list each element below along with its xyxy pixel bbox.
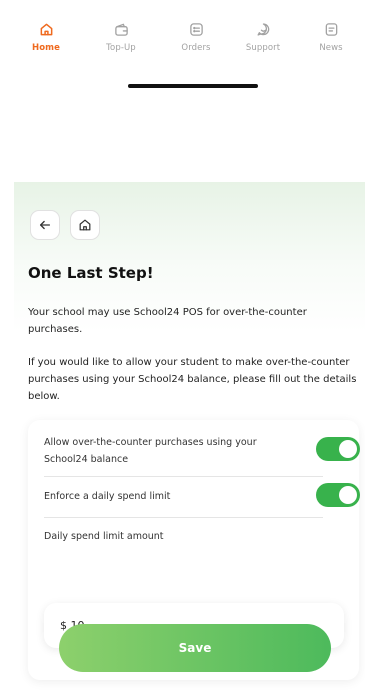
- intro-paragraph: Your school may use School24 POS for ove…: [28, 307, 307, 335]
- tab-top-up-label: Top-Up: [106, 43, 136, 53]
- divider: [44, 476, 323, 477]
- allow-otc-toggle[interactable]: [316, 437, 360, 461]
- arrow-left-icon: [39, 220, 51, 230]
- back-button[interactable]: [30, 210, 60, 240]
- one-last-step-page: One Last Step! Your school may use Schoo…: [14, 182, 365, 691]
- home-icon: [79, 219, 91, 231]
- tab-home[interactable]: Home: [16, 22, 76, 53]
- page-title: One Last Step!: [28, 264, 154, 282]
- save-button[interactable]: Save: [59, 624, 331, 672]
- wallet-icon: [114, 23, 128, 36]
- divider: [44, 517, 323, 518]
- support-chat-icon: [257, 23, 269, 36]
- instructions-paragraph: If you would like to allow your student …: [28, 357, 357, 402]
- toggle-knob: [339, 486, 357, 504]
- home-indicator: [128, 84, 258, 88]
- tab-news[interactable]: News: [301, 22, 361, 53]
- daily-limit-toggle[interactable]: [316, 483, 360, 507]
- bottom-tab-bar: Home Top-Up Orders Support News: [0, 0, 365, 100]
- toggle-knob: [339, 440, 357, 458]
- amount-label: Daily spend limit amount: [44, 531, 164, 542]
- orders-icon: [189, 23, 203, 36]
- tab-home-label: Home: [32, 43, 60, 53]
- tab-support[interactable]: Support: [233, 22, 293, 53]
- allow-otc-label: Allow over-the-counter purchases using y…: [44, 437, 257, 465]
- tab-orders[interactable]: Orders: [166, 22, 226, 53]
- tab-top-up[interactable]: Top-Up: [91, 22, 151, 53]
- tab-support-label: Support: [245, 43, 281, 53]
- daily-limit-label: Enforce a daily spend limit: [44, 491, 171, 502]
- home-button[interactable]: [70, 210, 100, 240]
- tab-orders-label: Orders: [181, 43, 211, 53]
- news-icon: [325, 23, 337, 36]
- tab-news-label: News: [319, 43, 343, 53]
- home-icon: [40, 23, 52, 36]
